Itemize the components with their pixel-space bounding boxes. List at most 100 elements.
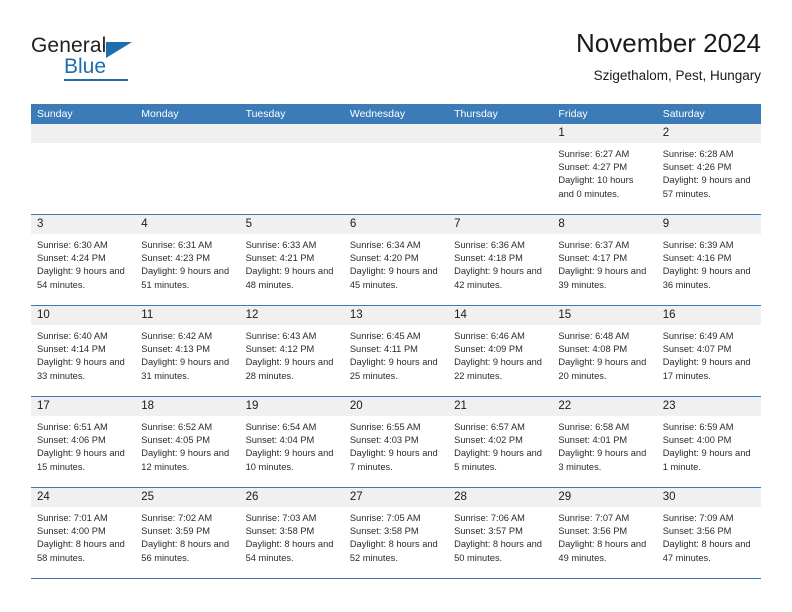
day-number: 17: [37, 400, 50, 412]
day-number: 18: [141, 400, 155, 412]
logo-text-blue: Blue: [64, 55, 107, 78]
calendar-day-cell[interactable]: 23 Sunrise: 6:59 AM Sunset: 4:00 PM Dayligh…: [656, 397, 761, 487]
calendar-day-cell[interactable]: 7 Sunrise: 6:36 AM Sunset: 4:18 PM Daylight…: [448, 215, 553, 305]
calendar-day-cell[interactable]: 4 Sunrise: 6:31 AM Sunset: 4:23 PM Daylight…: [135, 215, 240, 305]
day-number: 24: [37, 491, 50, 503]
general-blue-logo: General Blue: [31, 34, 231, 86]
day-sun-info: Sunrise: 6:49 AM Sunset: 4:07 PM Daylight:…: [657, 325, 761, 383]
calendar-day-cell[interactable]: 5 Sunrise: 6:33 AM Sunset: 4:21 PM Daylight…: [239, 215, 344, 305]
sunset-text: Sunset: 4:04 PM: [245, 435, 315, 446]
calendar-day-cell[interactable]: 24 Sunrise: 7:01 AM Sunset: 4:00 PM Dayligh…: [31, 488, 136, 578]
day-sun-info: Sunrise: 6:42 AM Sunset: 4:13 PM Daylight:…: [135, 325, 239, 383]
calendar-day-cell[interactable]: 9 Sunrise: 6:39 AM Sunset: 4:16 PM Daylight…: [656, 215, 761, 305]
sunset-text: Sunset: 4:07 PM: [662, 344, 732, 355]
calendar-day-cell[interactable]: 15 Sunrise: 6:48 AM Sunset: 4:08 PM Dayligh…: [552, 306, 657, 396]
sunrise-text: Sunrise: 7:06 AM: [454, 513, 525, 523]
calendar-day-cell[interactable]: 3 Sunrise: 6:30 AM Sunset: 4:24 PM Daylight…: [31, 215, 136, 305]
sunrise-text: Sunrise: 7:03 AM: [245, 513, 317, 523]
sunset-text: Sunset: 4:03 PM: [349, 435, 419, 446]
sunset-text: Sunset: 4:21 PM: [245, 253, 315, 264]
sunrise-text: Sunrise: 6:58 AM: [558, 422, 630, 432]
logo-underline: [64, 79, 128, 81]
calendar-day-cell[interactable]: 25 Sunrise: 7:02 AM Sunset: 3:59 PM Dayligh…: [135, 488, 240, 578]
day-number: 29: [558, 491, 572, 503]
daylight-text: Daylight: 9 hours and 36 minutes.: [662, 266, 751, 290]
calendar-day-cell[interactable]: 12 Sunrise: 6:43 AM Sunset: 4:12 PM Dayligh…: [239, 306, 344, 396]
calendar-day-cell[interactable]: 28 Sunrise: 7:06 AM Sunset: 3:57 PM Dayligh…: [448, 488, 553, 578]
calendar-day-cell[interactable]: 29 Sunrise: 7:07 AM Sunset: 3:56 PM Dayligh…: [552, 488, 657, 578]
calendar-week-row: 3 Sunrise: 6:30 AM Sunset: 4:24 PM Daylight…: [31, 215, 761, 306]
day-number-band: 4: [135, 215, 240, 234]
calendar-day-cell[interactable]: 6 Sunrise: 6:34 AM Sunset: 4:20 PM Daylight…: [343, 215, 449, 305]
calendar-day-cell[interactable]: 17 Sunrise: 6:51 AM Sunset: 4:06 PM Dayligh…: [31, 397, 136, 487]
calendar-day-cell[interactable]: 22 Sunrise: 6:58 AM Sunset: 4:01 PM Dayligh…: [552, 397, 657, 487]
day-sun-info: Sunrise: 6:57 AM Sunset: 4:02 PM Daylight:…: [448, 416, 552, 474]
day-sun-info: Sunrise: 6:48 AM Sunset: 4:08 PM Daylight:…: [552, 325, 656, 383]
daylight-text: Daylight: 8 hours and 52 minutes.: [349, 539, 438, 563]
calendar-day-cell[interactable]: 8 Sunrise: 6:37 AM Sunset: 4:17 PM Daylight…: [552, 215, 657, 305]
calendar-day-cell[interactable]: 11 Sunrise: 6:42 AM Sunset: 4:13 PM Dayligh…: [135, 306, 240, 396]
logo-triangle-icon: [106, 42, 132, 58]
calendar-day-cell[interactable]: 27 Sunrise: 7:05 AM Sunset: 3:58 PM Dayligh…: [343, 488, 449, 578]
calendar-week-row: 24 Sunrise: 7:01 AM Sunset: 4:00 PM Dayligh…: [31, 488, 761, 579]
daylight-text: Daylight: 9 hours and 42 minutes.: [454, 266, 542, 290]
sunset-text: Sunset: 4:06 PM: [37, 435, 106, 446]
day-number-band: 22: [552, 397, 657, 416]
day-sun-info: Sunrise: 6:31 AM Sunset: 4:23 PM Daylight:…: [135, 234, 239, 292]
sunset-text: Sunset: 4:11 PM: [349, 344, 418, 355]
day-number: 8: [558, 218, 565, 230]
day-sun-info: Sunrise: 6:39 AM Sunset: 4:16 PM Daylight:…: [657, 234, 761, 292]
calendar-day-cell[interactable]: 19 Sunrise: 6:54 AM Sunset: 4:04 PM Dayligh…: [239, 397, 344, 487]
sunset-text: Sunset: 4:01 PM: [558, 435, 628, 446]
day-number-band: 15: [552, 306, 657, 325]
day-number: 14: [454, 309, 467, 321]
day-number: 4: [141, 218, 148, 230]
day-sun-info: Sunrise: 6:40 AM Sunset: 4:14 PM Daylight:…: [31, 325, 135, 383]
day-number: 3: [37, 218, 44, 230]
calendar-day-cell[interactable]: 18 Sunrise: 6:52 AM Sunset: 4:05 PM Dayligh…: [135, 397, 240, 487]
calendar-day-cell[interactable]: 26 Sunrise: 7:03 AM Sunset: 3:58 PM Dayligh…: [239, 488, 344, 578]
daylight-text: Daylight: 8 hours and 56 minutes.: [141, 539, 230, 563]
page-header: General Blue November 2024 Szigethalom, …: [31, 28, 761, 100]
day-sun-info: Sunrise: 6:34 AM Sunset: 4:20 PM Daylight:…: [344, 234, 448, 292]
calendar-day-cell[interactable]: 1 Sunrise: 6:27 AM Sunset: 4:27 PM Daylight…: [552, 124, 657, 214]
day-sun-info: Sunrise: 6:51 AM Sunset: 4:06 PM Daylight:…: [31, 416, 135, 474]
sunrise-text: Sunrise: 6:27 AM: [558, 149, 630, 159]
daylight-text: Daylight: 9 hours and 25 minutes.: [349, 357, 438, 381]
day-number-band: 14: [448, 306, 553, 325]
sunrise-text: Sunrise: 6:54 AM: [245, 422, 317, 432]
calendar-week-row: 1 Sunrise: 6:27 AM Sunset: 4:27 PM Daylight…: [31, 124, 761, 215]
weekday-sunday: Sunday: [37, 108, 73, 120]
day-number-band: [343, 124, 449, 143]
daylight-text: Daylight: 8 hours and 50 minutes.: [454, 539, 542, 563]
sunrise-text: Sunrise: 6:34 AM: [349, 240, 421, 250]
day-number-band: 30: [656, 488, 761, 507]
day-number: 22: [558, 400, 572, 412]
day-number-band: 21: [448, 397, 553, 416]
day-sun-info: Sunrise: 7:02 AM Sunset: 3:59 PM Daylight:…: [135, 507, 239, 565]
sunrise-text: Sunrise: 6:57 AM: [454, 422, 525, 432]
day-number: 25: [141, 491, 155, 503]
sunset-text: Sunset: 4:02 PM: [454, 435, 523, 446]
day-sun-info: Sunrise: 6:52 AM Sunset: 4:05 PM Daylight:…: [135, 416, 239, 474]
calendar-day-cell[interactable]: 13 Sunrise: 6:45 AM Sunset: 4:11 PM Dayligh…: [343, 306, 449, 396]
calendar-day-cell[interactable]: 10 Sunrise: 6:40 AM Sunset: 4:14 PM Dayligh…: [31, 306, 136, 396]
day-number-band: 19: [239, 397, 344, 416]
daylight-text: Daylight: 9 hours and 48 minutes.: [245, 266, 334, 290]
calendar-day-cell[interactable]: 14 Sunrise: 6:46 AM Sunset: 4:09 PM Dayligh…: [448, 306, 553, 396]
calendar-day-cell[interactable]: 20 Sunrise: 6:55 AM Sunset: 4:03 PM Dayligh…: [343, 397, 449, 487]
sunrise-text: Sunrise: 6:52 AM: [141, 422, 213, 432]
daylight-text: Daylight: 9 hours and 39 minutes.: [558, 266, 647, 290]
sunrise-text: Sunrise: 7:09 AM: [662, 513, 734, 523]
sunrise-text: Sunrise: 6:55 AM: [349, 422, 421, 432]
sunset-text: Sunset: 4:16 PM: [662, 253, 732, 264]
day-sun-info: Sunrise: 6:58 AM Sunset: 4:01 PM Daylight:…: [552, 416, 656, 474]
calendar-day-cell[interactable]: 21 Sunrise: 6:57 AM Sunset: 4:02 PM Dayligh…: [448, 397, 553, 487]
calendar-day-cell[interactable]: 2 Sunrise: 6:28 AM Sunset: 4:26 PM Daylight…: [656, 124, 761, 214]
day-number-band: 28: [448, 488, 553, 507]
sunrise-text: Sunrise: 6:33 AM: [245, 240, 317, 250]
weekday-monday: Monday: [141, 108, 179, 120]
calendar-day-cell[interactable]: 16 Sunrise: 6:49 AM Sunset: 4:07 PM Dayligh…: [656, 306, 761, 396]
calendar-day-cell[interactable]: 30 Sunrise: 7:09 AM Sunset: 3:56 PM Dayligh…: [656, 488, 761, 578]
daylight-text: Daylight: 9 hours and 1 minute.: [662, 448, 751, 472]
